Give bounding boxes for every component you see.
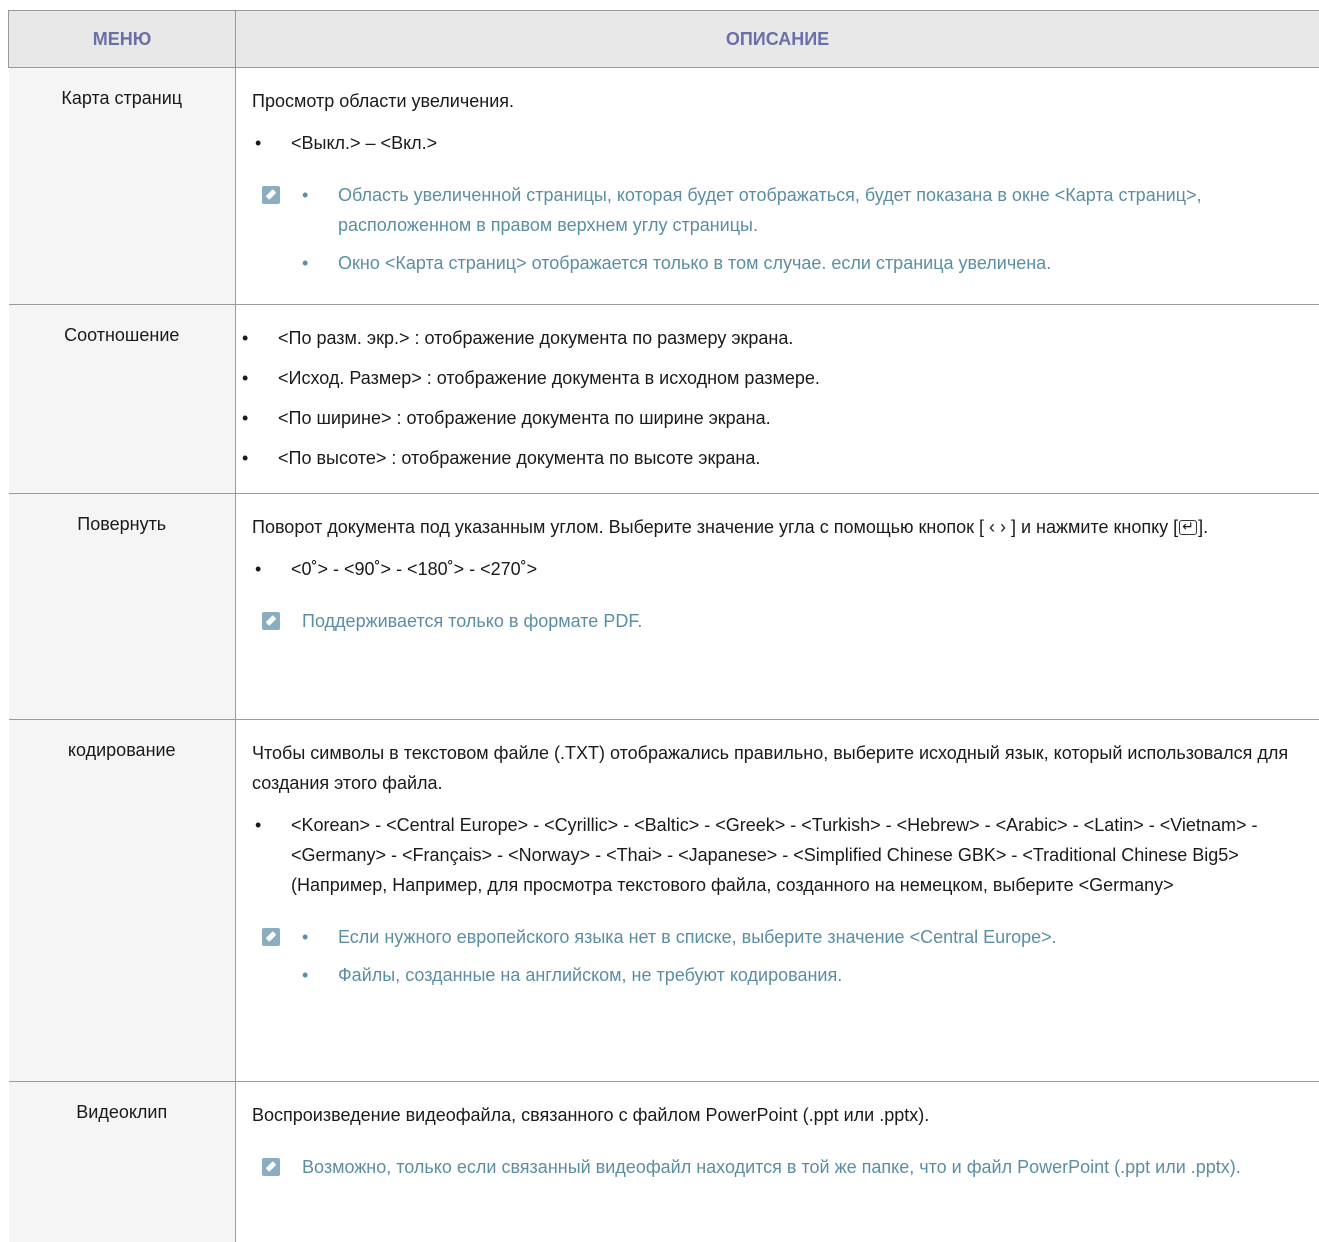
enter-icon bbox=[1179, 520, 1197, 535]
description-text: Воспроизведение видеофайла, связанного с… bbox=[252, 1100, 1319, 1130]
menu-cell: Соотношение bbox=[9, 305, 236, 494]
description-text: Чтобы символы в текстовом файле (.TXT) о… bbox=[252, 738, 1319, 798]
table-row: Видеоклип Воспроизведение видеофайла, св… bbox=[9, 1082, 1319, 1242]
table-header-row: МЕНЮ ОПИСАНИЕ bbox=[9, 11, 1319, 68]
description-cell: Воспроизведение видеофайла, связанного с… bbox=[236, 1082, 1319, 1242]
description-cell: Просмотр области увеличения. • <Выкл.> –… bbox=[236, 68, 1319, 305]
note: Возможно, только если связанный видеофай… bbox=[252, 1152, 1319, 1182]
menu-cell: кодирование bbox=[9, 720, 236, 1082]
note-item: •Файлы, созданные на английском, не треб… bbox=[302, 960, 1319, 990]
description-text: Просмотр области увеличения. bbox=[252, 86, 1319, 116]
table-row: Соотношение •<По разм. экр.> : отображен… bbox=[9, 305, 1319, 494]
menu-cell: Видеоклип bbox=[9, 1082, 236, 1242]
list-item: •<По высоте> : отображение документа по … bbox=[236, 443, 1319, 473]
table-row: Повернуть Поворот документа под указанны… bbox=[9, 494, 1319, 720]
note-icon bbox=[262, 612, 280, 630]
note: Поддерживается только в формате PDF. bbox=[252, 606, 1319, 636]
header-description: ОПИСАНИЕ bbox=[236, 11, 1319, 68]
description-text: Поворот документа под указанным углом. В… bbox=[252, 512, 1319, 542]
list-item: •<0˚> - <90˚> - <180˚> - <270˚> bbox=[252, 554, 1319, 584]
menu-cell: Повернуть bbox=[9, 494, 236, 720]
table-row: кодирование Чтобы символы в текстовом фа… bbox=[9, 720, 1319, 1082]
note-item: •Область увеличенной страницы, которая б… bbox=[302, 180, 1319, 240]
note-icon bbox=[262, 186, 280, 204]
note-item: •Если нужного европейского языка нет в с… bbox=[302, 922, 1319, 952]
note: •Если нужного европейского языка нет в с… bbox=[252, 922, 1319, 998]
description-cell: Чтобы символы в текстовом файле (.TXT) о… bbox=[236, 720, 1319, 1082]
list-item: • <Korean> - <Central Europe> - <Cyrilli… bbox=[252, 810, 1319, 900]
table-row: Карта страниц Просмотр области увеличени… bbox=[9, 68, 1319, 305]
menu-description-table: МЕНЮ ОПИСАНИЕ Карта страниц Просмотр обл… bbox=[8, 10, 1319, 1242]
list-item: •<По ширине> : отображение документа по … bbox=[236, 403, 1319, 433]
note-icon bbox=[262, 928, 280, 946]
menu-cell: Карта страниц bbox=[9, 68, 236, 305]
list-item: • <Выкл.> – <Вкл.> bbox=[252, 128, 1319, 158]
description-cell: Поворот документа под указанным углом. В… bbox=[236, 494, 1319, 720]
header-menu: МЕНЮ bbox=[9, 11, 236, 68]
note: •Область увеличенной страницы, которая б… bbox=[252, 180, 1319, 286]
note-item: •Окно <Карта страниц> отображается тольк… bbox=[302, 248, 1319, 278]
note-icon bbox=[262, 1158, 280, 1176]
list-item: •<По разм. экр.> : отображение документа… bbox=[236, 323, 1319, 353]
list-item: •<Исход. Размер> : отображение документа… bbox=[236, 363, 1319, 393]
description-cell: •<По разм. экр.> : отображение документа… bbox=[236, 305, 1319, 494]
